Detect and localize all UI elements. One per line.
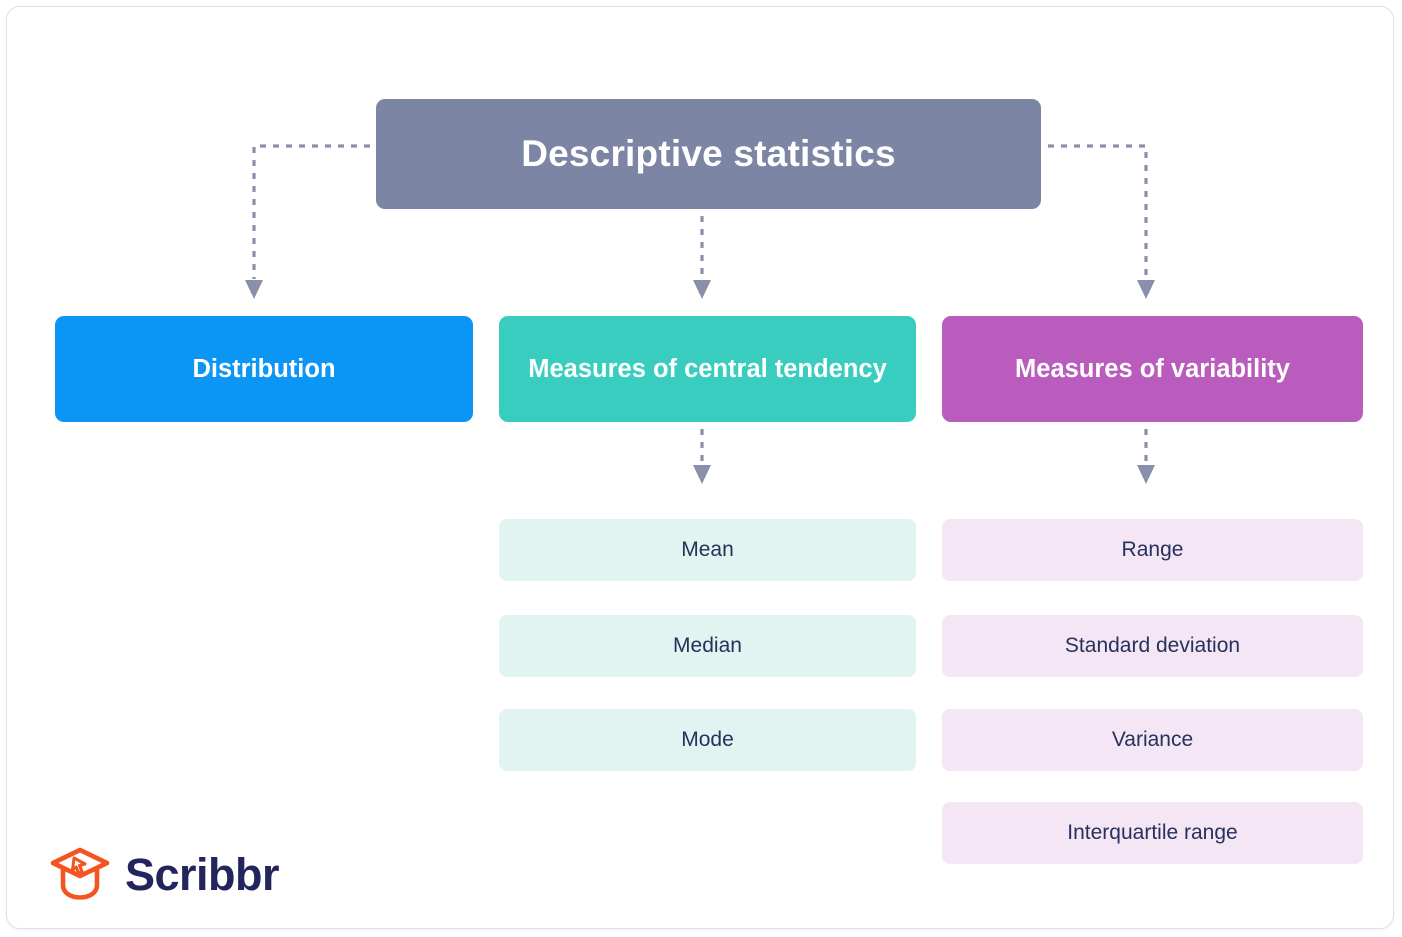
connector-root-to-variability: [1035, 144, 1155, 299]
node-mean: Mean: [499, 519, 916, 581]
graduation-cap-icon: [50, 847, 110, 900]
node-variance: Variance: [942, 709, 1363, 771]
node-measures-of-central-tendency: Measures of central tendency: [499, 316, 916, 422]
diagram-card: Descriptive statistics Distribution Meas…: [6, 6, 1394, 929]
node-measures-of-variability: Measures of variability: [942, 316, 1363, 422]
node-distribution: Distribution: [55, 316, 473, 422]
scribbr-wordmark: Scribbr: [125, 848, 280, 900]
scribbr-logo: Scribbr: [49, 843, 280, 905]
node-range: Range: [942, 519, 1363, 581]
node-interquartile-range: Interquartile range: [942, 802, 1363, 864]
node-median: Median: [499, 615, 916, 677]
node-descriptive-statistics: Descriptive statistics: [376, 99, 1041, 209]
connector-variability-to-children: [1137, 416, 1155, 484]
connector-root-to-distribution: [245, 144, 370, 299]
connector-central-tendency-to-children: [693, 416, 711, 484]
node-mode: Mode: [499, 709, 916, 771]
node-standard-deviation: Standard deviation: [942, 615, 1363, 677]
connector-root-to-central-tendency: [693, 203, 711, 299]
